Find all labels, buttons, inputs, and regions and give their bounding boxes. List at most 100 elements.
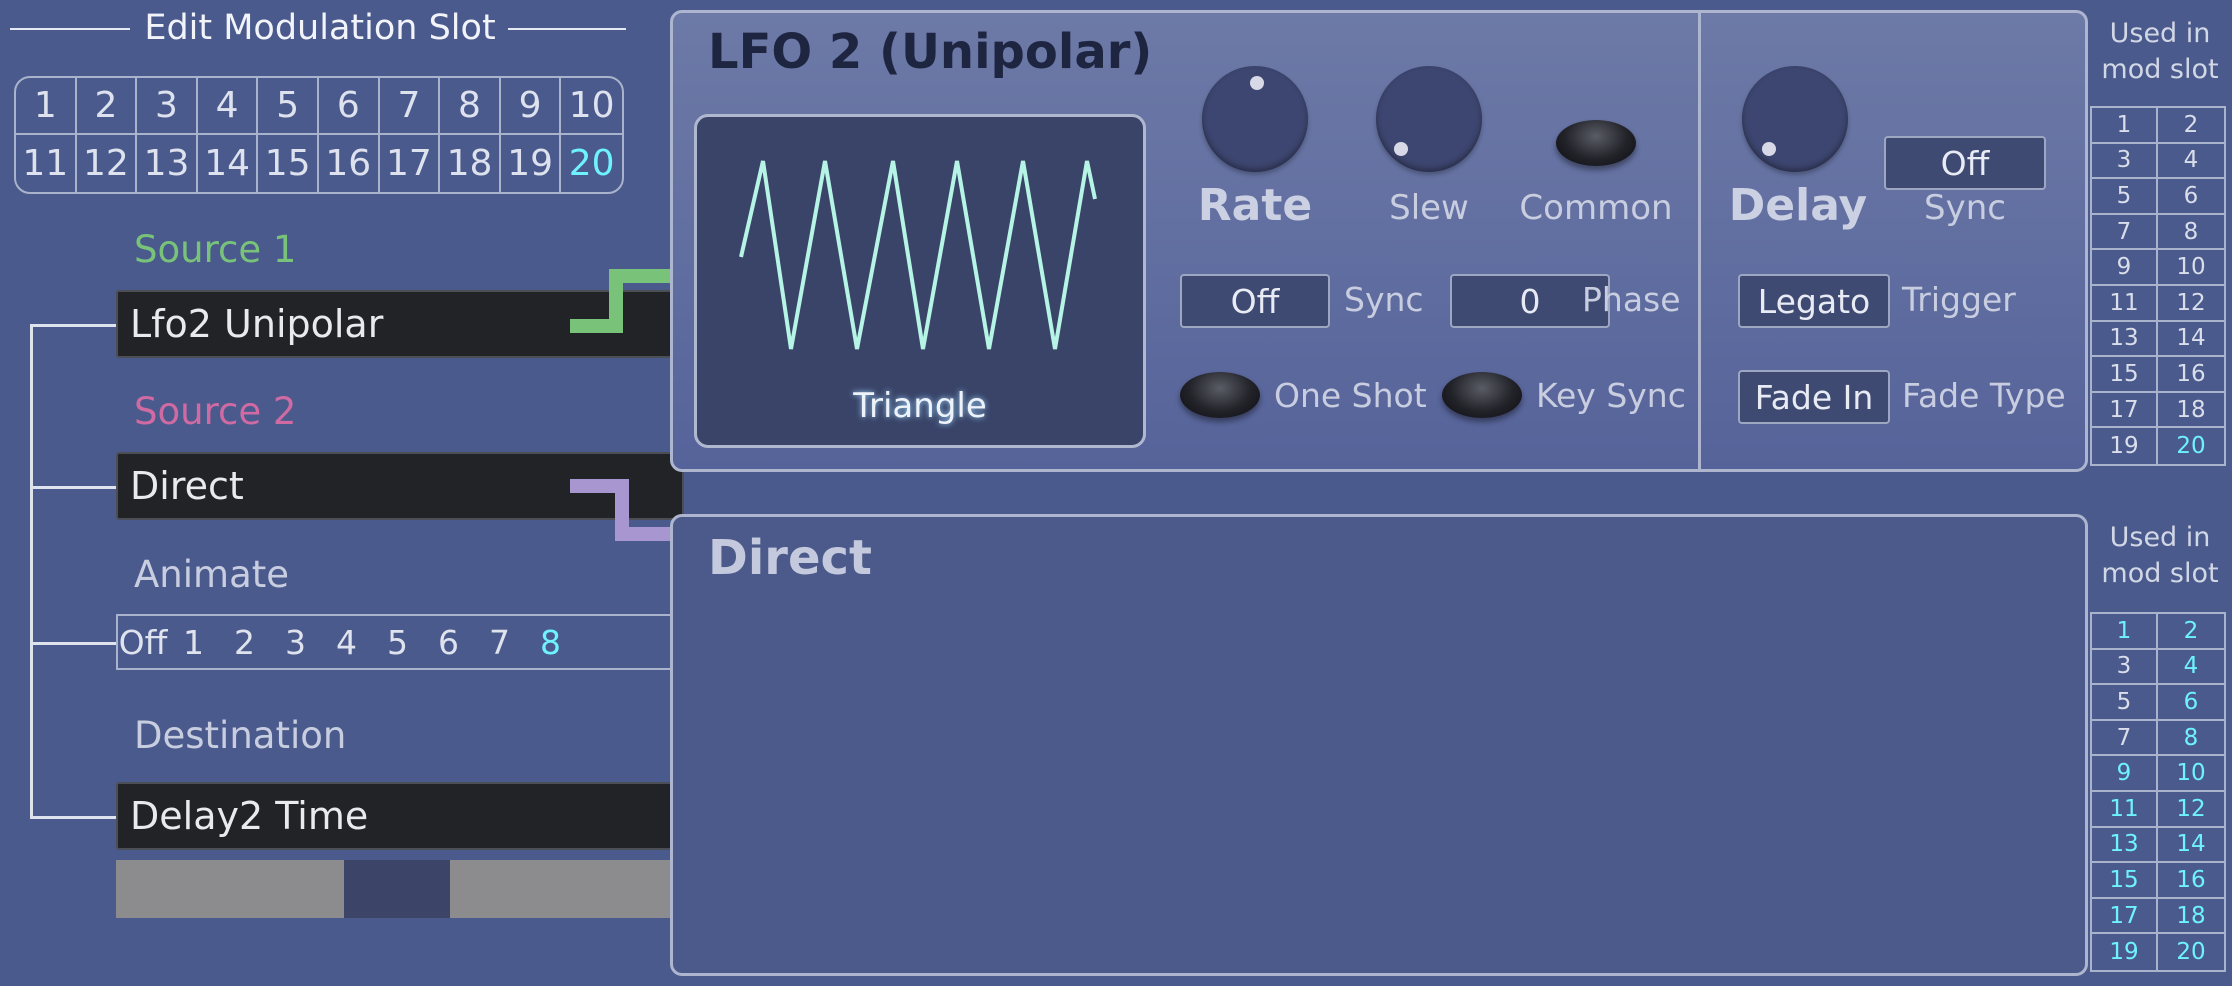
direct-used-slot-17[interactable]: 17 — [2092, 898, 2158, 935]
slot-button-2[interactable]: 2 — [76, 78, 138, 135]
destination-slider-handle[interactable] — [344, 860, 450, 918]
slot-button-6[interactable]: 6 — [318, 78, 380, 135]
direct-used-slot-3[interactable]: 3 — [2092, 649, 2158, 686]
trigger-select[interactable]: Legato — [1738, 274, 1890, 328]
direct-used-slot-16[interactable]: 16 — [2158, 863, 2224, 899]
slew-knob[interactable] — [1376, 66, 1482, 172]
direct-used-slot-1[interactable]: 1 — [2092, 614, 2158, 650]
rate-knob[interactable] — [1202, 66, 1308, 172]
lfo-used-slot-18[interactable]: 18 — [2158, 393, 2224, 429]
animate-option-7[interactable]: 7 — [474, 623, 525, 662]
edit-modulation-slot-header: Edit Modulation Slot — [0, 4, 640, 48]
animate-option-6[interactable]: 6 — [423, 623, 474, 662]
fade-type-select[interactable]: Fade In — [1738, 370, 1890, 424]
direct-used-slot-2[interactable]: 2 — [2158, 614, 2224, 650]
slot-button-20[interactable]: 20 — [561, 135, 622, 192]
direct-used-slot-10[interactable]: 10 — [2158, 756, 2224, 792]
trigger-label: Trigger — [1902, 280, 2016, 319]
source1-label: Source 1 — [134, 228, 297, 271]
animate-option-2[interactable]: 2 — [219, 623, 270, 662]
direct-used-slot-4[interactable]: 4 — [2158, 650, 2224, 686]
animate-label: Animate — [134, 553, 290, 596]
destination-select[interactable]: Delay2 Time — [116, 782, 684, 850]
direct-used-slot-14[interactable]: 14 — [2158, 828, 2224, 864]
slot-button-12[interactable]: 12 — [77, 135, 138, 192]
direct-used-slot-6[interactable]: 6 — [2158, 685, 2224, 721]
key-sync-label: Key Sync — [1536, 376, 1686, 415]
rate-label: Rate — [1197, 180, 1313, 231]
lfo-used-slot-17[interactable]: 17 — [2092, 392, 2158, 429]
lfo-used-slot-14[interactable]: 14 — [2158, 322, 2224, 358]
slot-button-14[interactable]: 14 — [198, 135, 259, 192]
slot-button-4[interactable]: 4 — [197, 78, 259, 135]
direct-used-slot-15[interactable]: 15 — [2092, 863, 2158, 899]
slot-button-1[interactable]: 1 — [16, 78, 77, 135]
delay-sync-label: Sync — [1924, 188, 2006, 228]
lfo-used-slot-9[interactable]: 9 — [2092, 250, 2158, 286]
destination-amount-slider[interactable] — [116, 860, 686, 918]
lfo-used-slot-5[interactable]: 5 — [2092, 179, 2158, 215]
lfo-sync-label: Sync — [1344, 280, 1424, 319]
direct-used-slot-9[interactable]: 9 — [2092, 756, 2158, 792]
lfo-used-slot-7[interactable]: 7 — [2092, 214, 2158, 251]
direct-used-slot-7[interactable]: 7 — [2092, 720, 2158, 757]
slot-button-7[interactable]: 7 — [379, 78, 441, 135]
animate-option-off[interactable]: Off — [118, 623, 168, 662]
lfo-used-slot-12[interactable]: 12 — [2158, 286, 2224, 322]
slot-button-13[interactable]: 13 — [137, 135, 198, 192]
animate-option-5[interactable]: 5 — [372, 623, 423, 662]
source2-label: Source 2 — [134, 390, 297, 433]
common-toggle[interactable] — [1556, 120, 1636, 166]
slot-button-3[interactable]: 3 — [137, 78, 198, 135]
tree-branch-destination — [30, 816, 116, 819]
slot-button-15[interactable]: 15 — [258, 135, 319, 192]
animate-option-3[interactable]: 3 — [270, 623, 321, 662]
lfo-used-slot-19[interactable]: 19 — [2092, 428, 2158, 464]
direct-used-slot-8[interactable]: 8 — [2158, 721, 2224, 757]
lfo-used-slot-15[interactable]: 15 — [2092, 357, 2158, 393]
lfo-used-slot-16[interactable]: 16 — [2158, 357, 2224, 393]
slot-button-16[interactable]: 16 — [319, 135, 380, 192]
lfo-used-slot-4[interactable]: 4 — [2158, 144, 2224, 180]
animate-option-8[interactable]: 8 — [525, 623, 576, 662]
lfo-used-slot-8[interactable]: 8 — [2158, 215, 2224, 251]
direct-used-slot-11[interactable]: 11 — [2092, 791, 2158, 828]
direct-used-slot-12[interactable]: 12 — [2158, 792, 2224, 828]
lfo-used-slot-3[interactable]: 3 — [2092, 143, 2158, 180]
lfo-used-slot-20[interactable]: 20 — [2158, 428, 2224, 464]
slot-button-10[interactable]: 10 — [561, 78, 622, 135]
lfo-used-slot-2[interactable]: 2 — [2158, 108, 2224, 144]
direct-used-slot-13[interactable]: 13 — [2092, 827, 2158, 864]
lfo-used-slot-10[interactable]: 10 — [2158, 250, 2224, 286]
direct-used-slot-19[interactable]: 19 — [2092, 934, 2158, 970]
edit-modulation-slot-title: Edit Modulation Slot — [134, 8, 506, 48]
one-shot-toggle[interactable] — [1180, 372, 1260, 418]
tree-branch-animate — [30, 642, 116, 645]
slot-button-17[interactable]: 17 — [380, 135, 441, 192]
delay-label: Delay — [1728, 180, 1868, 231]
slot-button-18[interactable]: 18 — [440, 135, 501, 192]
lfo-used-slot-1[interactable]: 1 — [2092, 108, 2158, 144]
direct-used-slot-20[interactable]: 20 — [2158, 934, 2224, 970]
slot-button-9[interactable]: 9 — [500, 78, 562, 135]
key-sync-toggle[interactable] — [1442, 372, 1522, 418]
source2-connector — [570, 479, 670, 541]
delay-knob[interactable] — [1742, 66, 1848, 172]
slot-button-8[interactable]: 8 — [440, 78, 501, 135]
direct-used-slot-18[interactable]: 18 — [2158, 899, 2224, 935]
tree-branch-source1 — [30, 324, 116, 327]
slot-button-19[interactable]: 19 — [501, 135, 562, 192]
delay-sync-select[interactable]: Off — [1884, 136, 2046, 190]
lfo-used-slot-13[interactable]: 13 — [2092, 321, 2158, 358]
lfo-used-slot-6[interactable]: 6 — [2158, 179, 2224, 215]
animate-option-4[interactable]: 4 — [321, 623, 372, 662]
lfo-sync-select[interactable]: Off — [1180, 274, 1330, 328]
tree-line-vertical — [30, 324, 33, 818]
common-label: Common — [1519, 188, 1673, 228]
animate-option-1[interactable]: 1 — [168, 623, 219, 662]
lfo-used-slot-11[interactable]: 11 — [2092, 285, 2158, 322]
slot-button-5[interactable]: 5 — [258, 78, 319, 135]
direct-used-slot-5[interactable]: 5 — [2092, 685, 2158, 721]
source1-connector — [570, 269, 670, 333]
slot-button-11[interactable]: 11 — [16, 135, 77, 192]
